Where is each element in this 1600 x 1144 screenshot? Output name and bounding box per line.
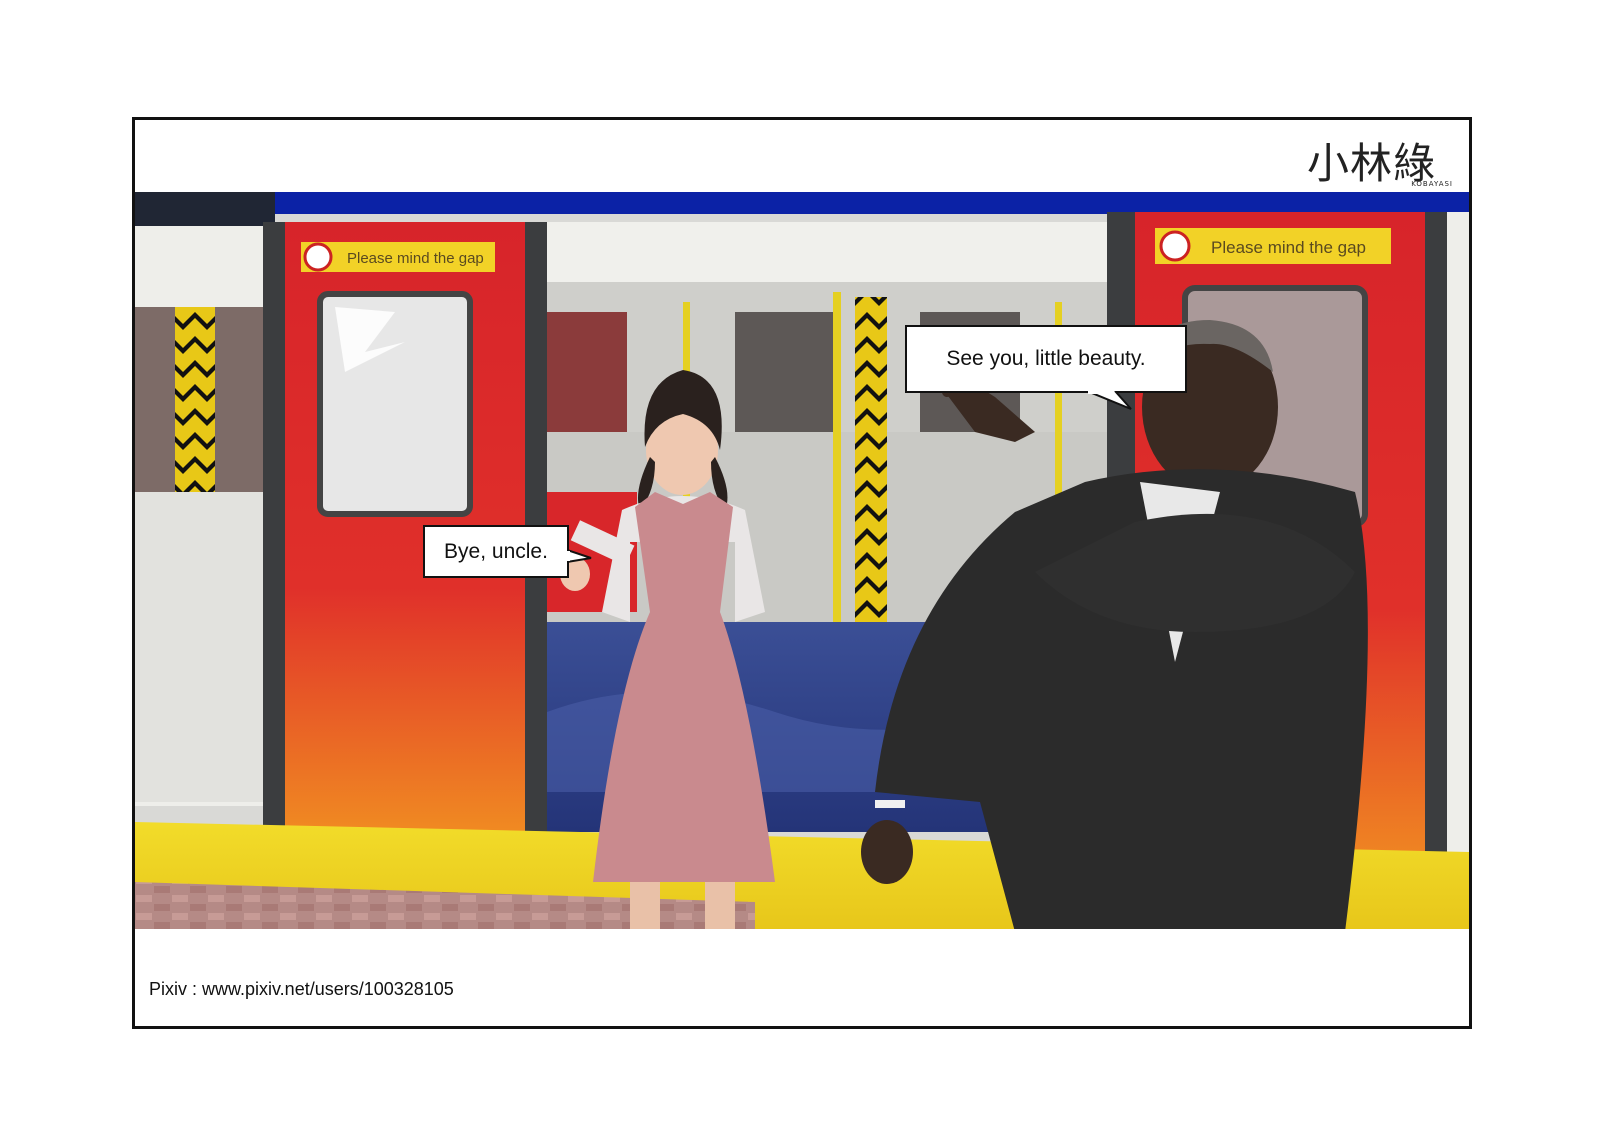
artist-logo: 小林綠子 KOBAYASI [1307,128,1457,249]
left-gap-sign-text: Please mind the gap [347,250,484,267]
right-gap-sign-text: Please mind the gap [1211,238,1366,257]
speech-text-girl: Bye, uncle. [444,539,548,563]
speech-text-man: See you, little beauty. [946,347,1146,370]
comic-panel: 小林綠子 KOBAYASI [132,117,1472,1029]
pixiv-credit: Pixiv : www.pixiv.net/users/100328105 [149,979,454,999]
speech-tail-girl [567,549,592,563]
yellow-handrail [833,292,841,672]
panel-header: 小林綠子 KOBAYASI [135,120,1469,249]
interior-window-a [735,312,835,442]
speech-bubble-man: See you, little beauty. [905,325,1187,410]
scene-illustration: Please mind the gap Please mind the gap [135,192,1469,932]
subway-scene: Please mind the gap Please mind the gap … [135,192,1469,932]
center-hazard-pole [855,297,887,627]
left-hazard-pole [175,307,215,497]
speech-bubble-girl: Bye, uncle. [423,525,592,578]
panel-footer: Pixiv : www.pixiv.net/users/100328105 [135,929,1469,1026]
speech-tail-man [1087,391,1132,410]
logo-subtitle: KOBAYASI [1411,180,1453,188]
